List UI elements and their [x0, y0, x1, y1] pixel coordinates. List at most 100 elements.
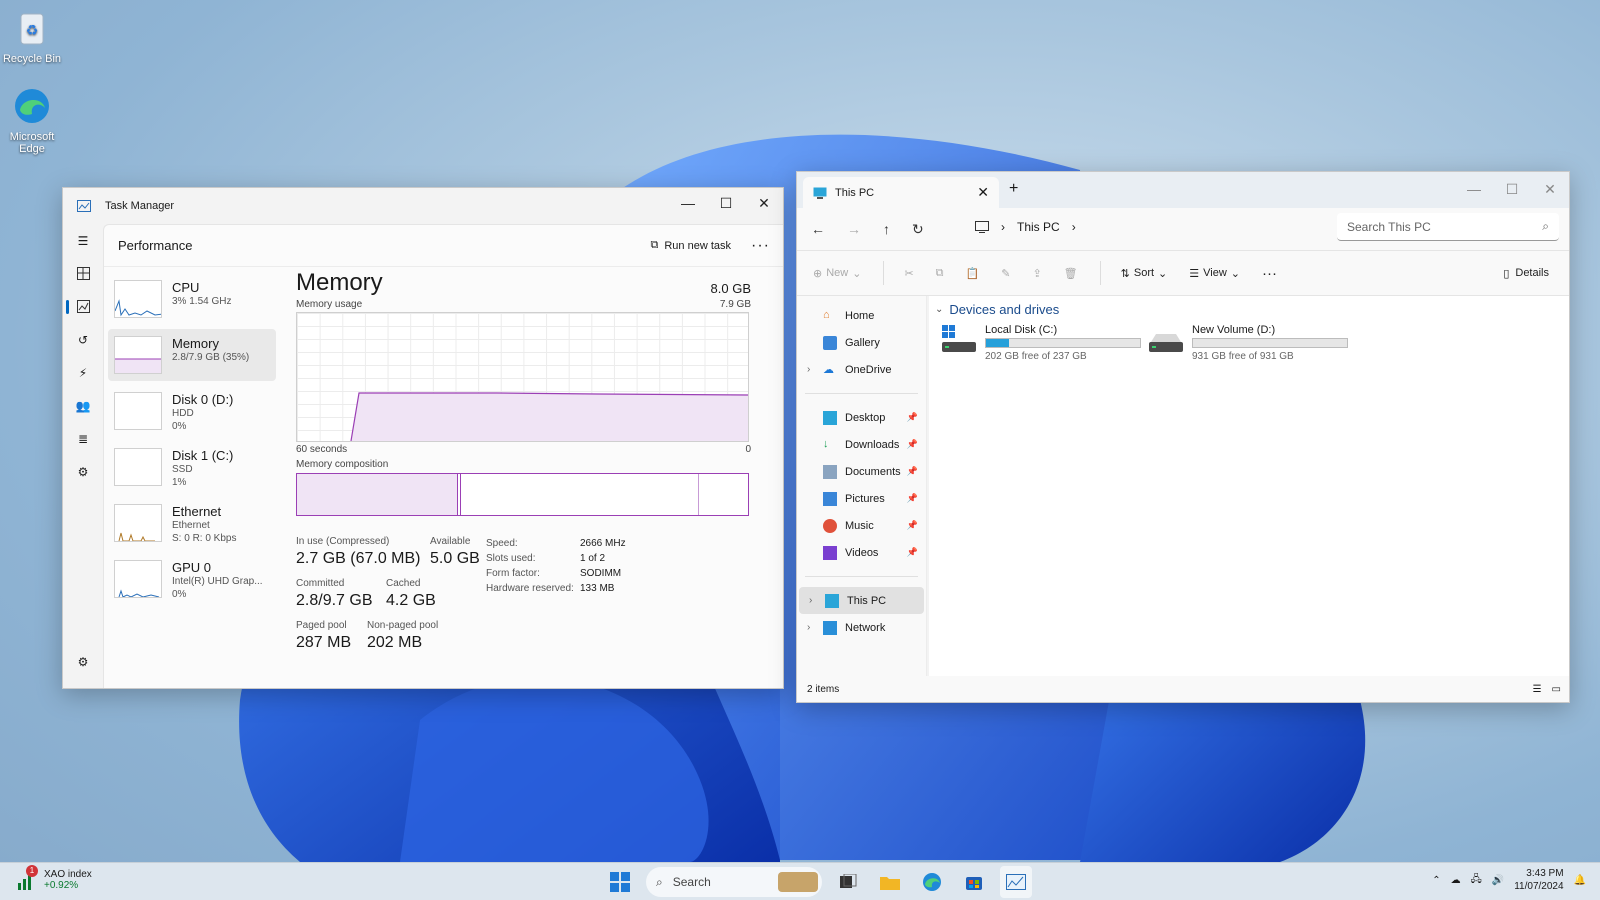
maximize-button[interactable]: ☐	[1493, 174, 1531, 204]
up-arrow-icon[interactable]: ↑	[883, 221, 890, 237]
share-icon[interactable]: ⇪	[1032, 267, 1041, 280]
downloads-icon: ↓	[823, 437, 829, 450]
breadcrumb-chevron-icon[interactable]: ›	[1072, 220, 1076, 234]
volume-icon[interactable]: 🔊	[1492, 875, 1504, 886]
edge-icon	[923, 873, 941, 891]
memory-total: 8.0 GB	[710, 281, 751, 296]
processes-icon[interactable]	[63, 257, 103, 290]
see-more-icon[interactable]: ···	[1262, 265, 1277, 282]
start-button[interactable]	[604, 866, 636, 898]
resource-list: CPU 3% 1.54 GHz Memory 2.8/7.9 GB (35%) Di…	[108, 273, 276, 609]
music-icon	[823, 518, 837, 533]
details-pane-button[interactable]: ▯ Details	[1503, 267, 1549, 280]
drive-tile-d[interactable]: New Volume (D:) 931 GB free of 931 GB	[1148, 324, 1348, 362]
resource-item-disk1[interactable]: Disk 1 (C:) SSD 1%	[108, 441, 276, 493]
desktop-icon-edge[interactable]: Microsoft Edge	[0, 86, 64, 155]
edge-taskbar-button[interactable]	[916, 866, 948, 898]
details-view-icon[interactable]: ☰	[1533, 684, 1542, 695]
resource-item-gpu[interactable]: GPU 0 Intel(R) UHD Grap... 0%	[108, 553, 276, 605]
refresh-icon[interactable]: ↻	[912, 221, 924, 238]
recycle-bin-icon: ♻	[20, 13, 44, 45]
performance-icon[interactable]	[63, 290, 103, 323]
new-button[interactable]: ⊕ New ⌄	[813, 267, 861, 280]
more-options-icon[interactable]: ···	[751, 237, 771, 255]
task-view-button[interactable]	[832, 866, 864, 898]
item-count: 2 items	[807, 683, 840, 695]
nav-item-onedrive[interactable]: › ☁ OneDrive	[797, 356, 926, 383]
taskbar-search[interactable]: ⌕ Search	[646, 867, 822, 897]
sort-button[interactable]: ⇅ Sort ⌄	[1121, 267, 1168, 280]
services-icon[interactable]: ⚙	[63, 455, 103, 488]
resource-item-cpu[interactable]: CPU 3% 1.54 GHz	[108, 273, 276, 325]
nav-item-videos[interactable]: Videos 📌	[797, 539, 926, 566]
view-button[interactable]: ☰ View ⌄	[1189, 267, 1240, 280]
resource-item-memory[interactable]: Memory 2.8/7.9 GB (35%)	[108, 329, 276, 381]
collapse-chevron-icon: ⌄	[935, 304, 944, 315]
tab-this-pc[interactable]: This PC ✕	[803, 177, 999, 208]
show-hidden-icons-icon[interactable]: ⌃	[1432, 875, 1440, 886]
notification-badge: 1	[26, 865, 38, 877]
maximize-button[interactable]: ☐	[707, 188, 745, 218]
cut-icon[interactable]: ✂	[904, 267, 913, 280]
nav-item-gallery[interactable]: Gallery	[797, 329, 926, 356]
store-taskbar-button[interactable]	[958, 866, 990, 898]
resource-item-disk0[interactable]: Disk 0 (D:) HDD 0%	[108, 385, 276, 437]
folder-icon	[880, 877, 900, 890]
pin-icon: 📌	[906, 493, 918, 503]
rename-icon[interactable]: ✎	[1001, 267, 1010, 280]
delete-icon[interactable]: 🗑	[1064, 267, 1078, 280]
nav-item-documents[interactable]: Documents 📌	[797, 458, 926, 485]
copy-icon[interactable]: ⧉	[936, 267, 944, 280]
drive-name: New Volume (D:)	[1192, 324, 1276, 336]
resource-item-ethernet[interactable]: Ethernet Ethernet S: 0 R: 0 Kbps	[108, 497, 276, 549]
onedrive-status-icon[interactable]: ☁	[1451, 875, 1461, 886]
details-pane-icon: ▯	[1503, 267, 1510, 280]
back-arrow-icon[interactable]: ←	[811, 221, 825, 237]
committed-value: 2.8/9.7 GB	[296, 592, 373, 609]
run-new-task-button[interactable]: ⧉ Run new task	[650, 239, 731, 252]
nav-item-desktop[interactable]: Desktop 📌	[797, 404, 926, 431]
minimize-button[interactable]: —	[669, 188, 707, 218]
desktop-icon-recycle-bin[interactable]: ♻ Recycle Bin	[0, 8, 64, 65]
new-tab-button[interactable]: +	[1009, 180, 1018, 198]
stock-widget[interactable]: 1 XAO index +0.92%	[16, 865, 92, 894]
desktop-icon-label: Microsoft Edge	[9, 131, 55, 155]
nav-item-this-pc[interactable]: › This PC	[799, 587, 924, 614]
pin-icon: 📌	[906, 412, 918, 422]
details-icon[interactable]: ≣	[63, 422, 103, 455]
network-status-icon[interactable]: 🖧	[1471, 872, 1482, 889]
gpu-sparkline	[114, 560, 162, 598]
close-button[interactable]: ✕	[745, 188, 783, 218]
hamburger-menu-icon[interactable]: ☰	[63, 224, 103, 257]
nav-item-pictures[interactable]: Pictures 📌	[797, 485, 926, 512]
nav-item-downloads[interactable]: ↓ Downloads 📌	[797, 431, 926, 458]
memory-detail: Memory 8.0 GB Memory usage 7.9 GB 60 sec…	[296, 269, 751, 666]
nav-item-home[interactable]: ⌂ Home	[797, 302, 926, 329]
paste-icon[interactable]: 📋	[966, 267, 980, 280]
app-history-icon[interactable]: ↺	[63, 323, 103, 356]
minimize-button[interactable]: —	[1455, 174, 1493, 204]
clock[interactable]: 3:43 PM 11/07/2024	[1514, 867, 1563, 893]
settings-icon[interactable]: ⚙	[63, 645, 103, 678]
nav-item-network[interactable]: › Network	[797, 614, 926, 641]
nonpaged-pool-value: 202 MB	[367, 634, 423, 651]
users-icon[interactable]: 👥	[63, 389, 103, 422]
file-explorer-taskbar-button[interactable]	[874, 866, 906, 898]
breadcrumb[interactable]: This PC	[1017, 220, 1060, 234]
drive-tile-c[interactable]: Local Disk (C:) 202 GB free of 237 GB	[941, 324, 1141, 362]
address-bar[interactable]: › This PC ›	[965, 213, 1325, 241]
close-tab-icon[interactable]: ✕	[977, 184, 989, 201]
in-use-value: 2.7 GB (67.0 MB)	[296, 550, 421, 567]
close-button[interactable]: ✕	[1531, 174, 1569, 204]
nav-item-music[interactable]: Music 📌	[797, 512, 926, 539]
store-icon	[966, 877, 982, 890]
search-box[interactable]: Search This PC ⌕	[1337, 213, 1559, 241]
startup-apps-icon[interactable]: ⚡	[63, 356, 103, 389]
stock-name: XAO index	[44, 869, 92, 880]
hardware-info: Speed: 2666 MHz Slots used: 1 of 2 Form fa…	[486, 538, 626, 594]
forward-arrow-icon[interactable]: →	[847, 221, 861, 237]
task-manager-taskbar-button[interactable]	[1000, 866, 1032, 898]
notification-bell-icon[interactable]: 🔔	[1574, 875, 1586, 886]
section-header-devices[interactable]: ⌄ Devices and drives	[935, 302, 1059, 317]
tiles-view-icon[interactable]: ▭	[1552, 684, 1561, 695]
